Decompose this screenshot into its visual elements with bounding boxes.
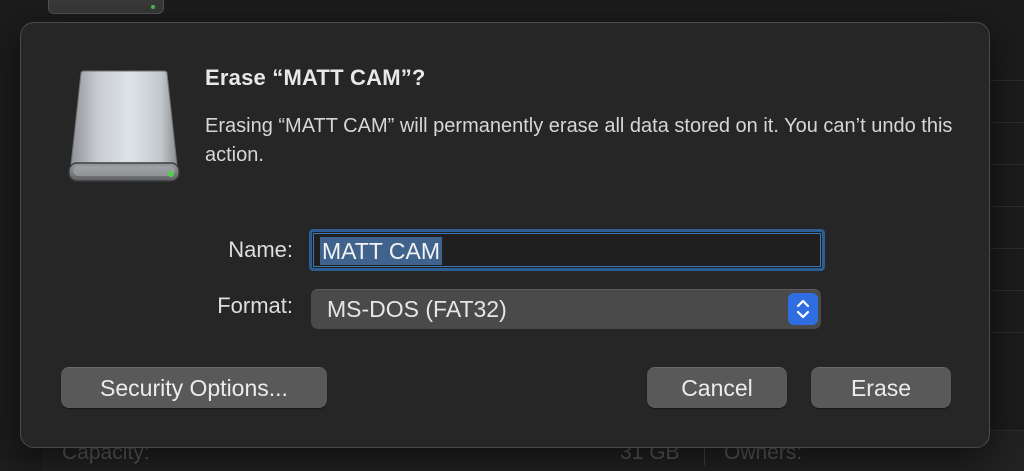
background-divider <box>984 206 1024 207</box>
status-dot-icon <box>151 5 155 9</box>
cancel-button[interactable]: Cancel <box>647 367 787 408</box>
background-usage-bar <box>48 0 164 14</box>
background-divider <box>984 332 1024 333</box>
external-drive-icon <box>68 70 180 182</box>
background-divider <box>984 164 1024 165</box>
chevron-up-down-icon[interactable] <box>788 293 818 325</box>
erase-dialog: Erase “MATT CAM”? Erasing “MATT CAM” wil… <box>20 22 990 448</box>
background-divider <box>984 122 1024 123</box>
format-select-value[interactable]: MS-DOS (FAT32) <box>327 296 507 323</box>
name-input-value[interactable]: MATT CAM <box>320 237 442 265</box>
background-divider <box>984 80 1024 81</box>
format-select[interactable]: MS-DOS (FAT32) <box>311 289 821 329</box>
format-label: Format: <box>217 293 293 318</box>
name-input[interactable]: MATT CAM <box>309 229 825 271</box>
dialog-title: Erase “MATT CAM”? <box>205 65 426 90</box>
background-divider <box>984 290 1024 291</box>
dialog-message: Erasing “MATT CAM” will permanently eras… <box>205 115 953 166</box>
background-divider <box>984 248 1024 249</box>
security-options-button[interactable]: Security Options... <box>61 367 327 408</box>
erase-button[interactable]: Erase <box>811 367 951 408</box>
name-label: Name: <box>228 237 293 262</box>
